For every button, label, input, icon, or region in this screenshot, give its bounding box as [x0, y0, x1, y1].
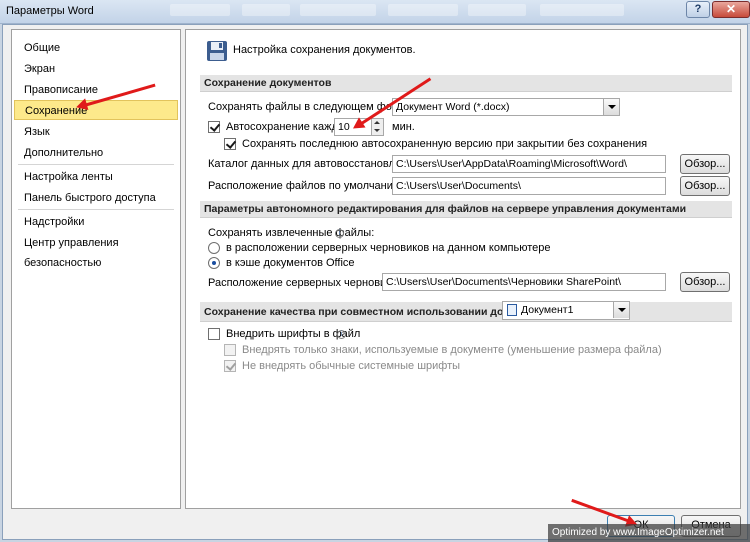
titlebar-reflection: [170, 4, 230, 16]
autorecover-location-label: Каталог данных для автовосстановления:: [208, 158, 423, 170]
default-location-browse-button[interactable]: Обзор...: [680, 176, 730, 196]
save-settings-pane: Настройка сохранения документов. Сохране…: [185, 29, 741, 509]
window-title: Параметры Word: [6, 5, 94, 17]
titlebar-reflection: [388, 4, 458, 16]
nav-item-general[interactable]: Общие: [14, 38, 178, 58]
section-preserve-fidelity-title: Сохранение качества при совместном испол…: [204, 306, 549, 318]
skip-system-fonts-label: Не внедрять обычные системные шрифты: [242, 360, 461, 372]
nav-item-language[interactable]: Язык: [14, 122, 178, 142]
fidelity-document-value: Документ1: [521, 304, 574, 316]
title-bar: Параметры Word ? ✕: [0, 0, 750, 24]
section-offline-editing: Параметры автономного редактирования для…: [200, 201, 732, 218]
section-preserve-fidelity: Сохранение качества при совместном испол…: [200, 302, 732, 322]
autorecover-browse-button[interactable]: Обзор...: [680, 154, 730, 174]
save-format-value: Документ Word (*.docx): [396, 101, 510, 113]
autosave-checkbox[interactable]: [208, 121, 220, 133]
server-drafts-browse-button[interactable]: Обзор...: [680, 272, 730, 292]
titlebar-reflection: [242, 4, 290, 16]
server-drafts-location-input[interactable]: C:\Users\User\Documents\Черновики ShareP…: [382, 273, 666, 291]
titlebar-reflection: [468, 4, 526, 16]
help-button[interactable]: ?: [686, 1, 710, 18]
titlebar-reflection: [300, 4, 376, 16]
nav-item-addins[interactable]: Надстройки: [14, 212, 178, 232]
close-button[interactable]: ✕: [712, 1, 750, 18]
nav-item-display[interactable]: Экран: [14, 59, 178, 79]
spinner-arrows-icon[interactable]: [371, 119, 383, 135]
save-format-select[interactable]: Документ Word (*.docx): [392, 98, 620, 116]
keep-last-autosave-label: Сохранять последнюю автосохраненную верс…: [242, 138, 648, 150]
embed-used-chars-label: Внедрять только знаки, используемые в до…: [242, 344, 662, 356]
autosave-unit: мин.: [392, 121, 415, 133]
embed-fonts-checkbox[interactable]: [208, 328, 220, 340]
default-location-input[interactable]: C:\Users\User\Documents\: [392, 177, 666, 195]
nav-divider: [18, 164, 174, 165]
nav-item-customize-ribbon[interactable]: Настройка ленты: [14, 167, 178, 187]
autosave-minutes-value: 10: [338, 121, 350, 133]
nav-divider: [18, 209, 174, 210]
word-document-icon: [507, 304, 517, 316]
info-icon: i: [335, 229, 344, 238]
office-cache-label: в кэше документов Office: [226, 257, 355, 269]
watermark-text: Optimized by www.ImageOptimizer.net: [548, 524, 750, 542]
office-cache-radio[interactable]: [208, 257, 220, 269]
server-drafts-location-label: Расположение серверных черновиков:: [208, 277, 407, 289]
default-location-label: Расположение файлов по умолчанию:: [208, 180, 405, 192]
autorecover-location-input[interactable]: C:\Users\User\AppData\Roaming\Microsoft\…: [392, 155, 666, 173]
page-title: Настройка сохранения документов.: [233, 44, 416, 56]
titlebar-reflection: [540, 4, 624, 16]
autosave-label: Автосохранение каждые: [226, 121, 352, 133]
nav-item-quick-access[interactable]: Панель быстрого доступа: [14, 188, 178, 208]
fidelity-document-select[interactable]: Документ1: [502, 301, 630, 320]
chevron-down-icon[interactable]: [603, 99, 619, 115]
section-save-documents: Сохранение документов: [200, 75, 732, 92]
chevron-down-icon[interactable]: [613, 302, 629, 318]
server-drafts-radio[interactable]: [208, 242, 220, 254]
floppy-disk-icon: [207, 41, 227, 61]
skip-system-fonts-checkbox[interactable]: [224, 360, 236, 372]
nav-item-advanced[interactable]: Дополнительно: [14, 143, 178, 163]
info-icon: i: [337, 330, 346, 339]
embed-used-chars-checkbox[interactable]: [224, 344, 236, 356]
nav-item-trust-center[interactable]: Центр управления безопасностью: [14, 233, 178, 269]
server-drafts-label: в расположении серверных черновиков на д…: [226, 242, 551, 254]
save-checked-out-label: Сохранять извлеченные файлы:: [208, 227, 375, 239]
keep-last-autosave-checkbox[interactable]: [224, 138, 236, 150]
options-dialog: Общие Экран Правописание Сохранение Язык…: [2, 24, 748, 540]
